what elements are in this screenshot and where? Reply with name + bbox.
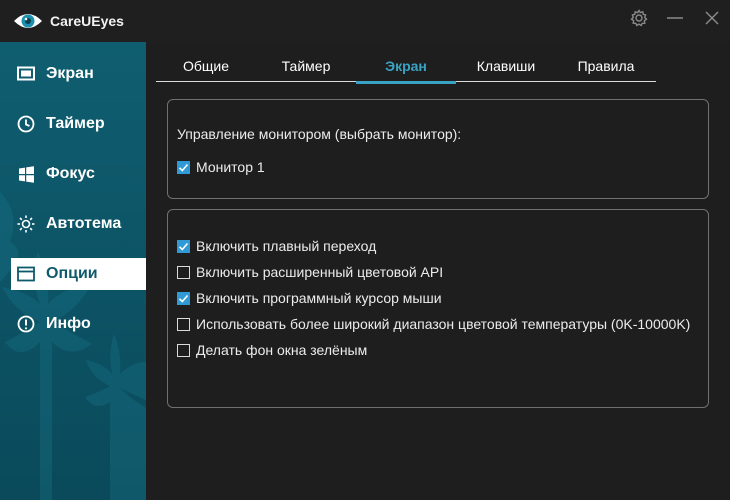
smooth-transition-checkbox[interactable]: Включить плавный переход <box>177 237 376 255</box>
monitor-1-checkbox[interactable]: Монитор 1 <box>177 158 265 176</box>
settings-button[interactable] <box>624 6 654 30</box>
sidebar: Экран Таймер Фокус Автотема Опции Инфо <box>0 42 146 500</box>
checkbox-box <box>177 291 190 305</box>
monitor-panel: Управление монитором (выбрать монитор): … <box>167 99 709 199</box>
sidebar-item-autotheme[interactable]: Автотема <box>11 208 146 240</box>
sun-icon <box>16 214 36 234</box>
sidebar-item-label: Экран <box>46 65 94 82</box>
checkbox-box <box>177 160 190 174</box>
checkbox-label: Включить плавный переход <box>196 238 377 254</box>
checkbox-label: Включить расширенный цветовой API <box>196 264 444 280</box>
checkbox-label: Монитор 1 <box>196 159 265 175</box>
monitor-icon <box>16 64 36 84</box>
gear-icon <box>630 9 648 27</box>
sidebar-item-label: Автотема <box>46 215 122 232</box>
clock-icon <box>16 114 36 134</box>
windows-icon <box>16 164 36 184</box>
close-button[interactable] <box>697 6 727 30</box>
monitor-heading: Управление монитором (выбрать монитор): <box>177 126 462 142</box>
sidebar-item-timer[interactable]: Таймер <box>11 108 146 140</box>
close-icon <box>705 11 719 25</box>
minimize-icon <box>667 17 683 19</box>
green-background-checkbox[interactable]: Делать фон окна зелёным <box>177 341 367 359</box>
tab-bar: Общие Таймер Экран Клавиши Правила <box>156 50 656 84</box>
app-title: CareUEyes <box>50 13 124 29</box>
sidebar-item-label: Инфо <box>46 315 91 332</box>
checkmark-icon <box>178 294 189 303</box>
title-bar: CareUEyes <box>0 0 730 42</box>
extended-color-api-checkbox[interactable]: Включить расширенный цветовой API <box>177 263 443 281</box>
wide-temperature-range-checkbox[interactable]: Использовать более широкий диапазон цвет… <box>177 315 690 333</box>
checkbox-label: Использовать более широкий диапазон цвет… <box>196 316 691 332</box>
checkbox-box <box>177 239 190 253</box>
sidebar-item-focus[interactable]: Фокус <box>11 158 146 190</box>
tab-general[interactable]: Общие <box>156 50 256 82</box>
tab-hotkeys[interactable]: Клавиши <box>456 50 556 82</box>
checkbox-box <box>177 265 190 279</box>
checkmark-icon <box>178 163 189 172</box>
sidebar-item-info[interactable]: Инфо <box>11 308 146 340</box>
eye-logo-icon <box>14 14 42 28</box>
minimize-button[interactable] <box>660 6 690 30</box>
checkbox-box <box>177 343 190 357</box>
tab-rules[interactable]: Правила <box>556 50 656 82</box>
checkbox-label: Включить программный курсор мыши <box>196 290 442 306</box>
sidebar-item-screen[interactable]: Экран <box>11 58 146 90</box>
checkbox-label: Делать фон окна зелёным <box>196 342 368 358</box>
info-icon <box>16 314 36 334</box>
sidebar-item-label: Опции <box>46 265 98 282</box>
tab-screen[interactable]: Экран <box>356 50 456 84</box>
software-cursor-checkbox[interactable]: Включить программный курсор мыши <box>177 289 442 307</box>
checkbox-box <box>177 317 190 331</box>
checkmark-icon <box>178 242 189 251</box>
sidebar-item-label: Таймер <box>46 115 105 132</box>
display-options-panel: Включить плавный переход Включить расшир… <box>167 209 709 408</box>
tab-timer[interactable]: Таймер <box>256 50 356 82</box>
sidebar-item-label: Фокус <box>46 165 95 182</box>
sidebar-item-options[interactable]: Опции <box>11 258 146 290</box>
main-content: Общие Таймер Экран Клавиши Правила Управ… <box>146 42 730 500</box>
folder-icon <box>16 264 36 284</box>
